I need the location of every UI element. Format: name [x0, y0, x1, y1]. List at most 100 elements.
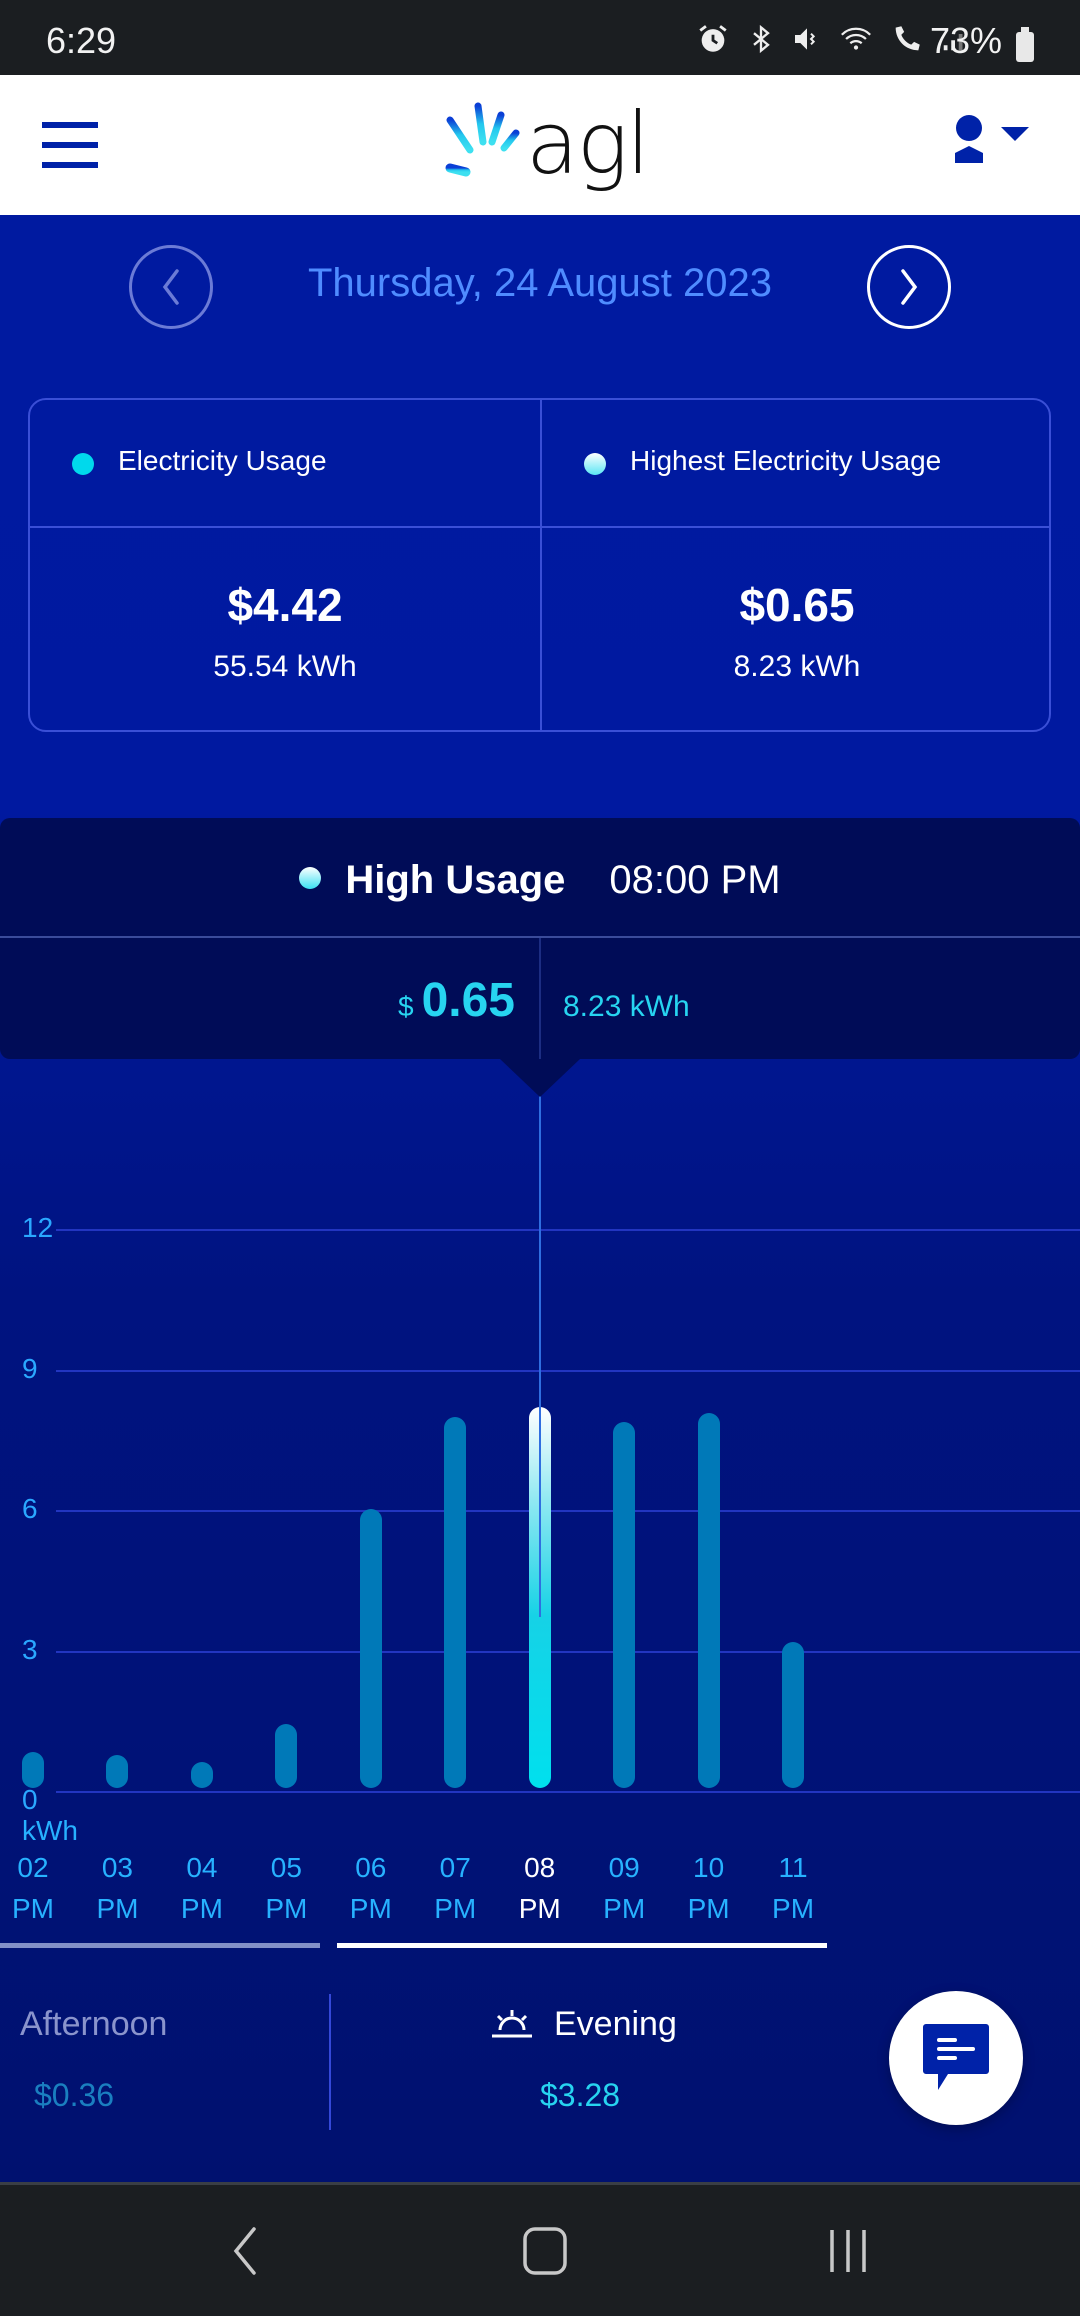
period-cost: $0.36: [34, 2077, 115, 2113]
gridline: [56, 1369, 1080, 1372]
currency-symbol: $: [398, 991, 414, 1022]
x-tick-label[interactable]: 05 PM: [251, 1847, 321, 1929]
battery-icon: [1016, 27, 1034, 62]
x-tick-ampm: PM: [434, 1893, 477, 1924]
x-tick-ampm: PM: [96, 1893, 139, 1924]
x-tick-hour: 07: [439, 1852, 471, 1883]
evening-range-indicator: [337, 1943, 827, 1948]
tooltip-cost: $0.65: [398, 973, 515, 1028]
x-tick-hour: 06: [355, 1852, 387, 1883]
alarm-icon: [699, 25, 727, 52]
menu-button[interactable]: [40, 122, 100, 168]
x-tick-label[interactable]: 04 PM: [167, 1847, 237, 1929]
hamburger-line: [42, 142, 98, 148]
x-tick-ampm: PM: [349, 1893, 392, 1924]
afternoon-range-indicator: [0, 1943, 320, 1948]
recents-button[interactable]: [813, 2221, 883, 2281]
usage-tooltip: High Usage 08:00 PM $0.65 8.23 kWh: [0, 818, 1080, 1059]
x-tick-label[interactable]: 02 PM: [0, 1847, 68, 1929]
gridline: [56, 1510, 1080, 1512]
back-button[interactable]: [210, 2221, 280, 2281]
status-bar: 6:29 73%: [0, 0, 1080, 75]
period-cost: $3.28: [540, 2077, 621, 2113]
tab-afternoon[interactable]: Afternoon $0.36: [0, 1977, 330, 2113]
x-tick-ampm: PM: [687, 1893, 730, 1924]
x-tick-label[interactable]: 11 PM: [758, 1847, 828, 1929]
y-tick-label: 12: [22, 1212, 54, 1243]
x-tick-label[interactable]: 10 PM: [674, 1847, 744, 1929]
x-tick-hour: 05: [270, 1852, 302, 1883]
y-tick-label: 6: [22, 1493, 38, 1524]
chevron-down-icon: [1001, 127, 1029, 141]
x-tick-ampm: PM: [772, 1893, 815, 1924]
agl-burst-icon: [445, 102, 520, 177]
x-tick-hour: 03: [101, 1852, 134, 1883]
hamburger-line: [42, 162, 98, 168]
gridline: [56, 1229, 1080, 1231]
y-tick-label: 9: [22, 1352, 38, 1384]
status-time: 6:29: [46, 20, 117, 61]
x-tick-ampm: PM: [603, 1893, 646, 1924]
user-icon: [955, 115, 983, 163]
y-tick-label: 3: [22, 1633, 38, 1665]
x-tick-label[interactable]: 07 PM: [420, 1847, 490, 1929]
divider: [539, 938, 541, 1059]
y-axis-unit: kWh: [22, 1815, 78, 1846]
x-tick-ampm: PM: [518, 1893, 561, 1924]
usage-bar[interactable]: [359, 1508, 382, 1788]
battery-percent: 73%: [929, 20, 1002, 61]
usage-bar[interactable]: [190, 1761, 213, 1788]
x-tick-hour: 09: [608, 1852, 640, 1883]
period-label: Evening: [554, 2005, 677, 2043]
usage-bar[interactable]: [613, 1422, 636, 1788]
gridline: [56, 1650, 1080, 1653]
tab-evening[interactable]: Evening $3.28: [332, 1977, 832, 2113]
tooltip-amount: 0.65: [421, 974, 515, 1027]
home-icon: [523, 2227, 567, 2275]
x-tick-hour: 02: [17, 1852, 49, 1883]
usage-bar[interactable]: [22, 1752, 44, 1788]
usage-bar[interactable]: [697, 1412, 720, 1788]
x-tick-ampm: PM: [265, 1893, 308, 1924]
system-nav-bar: [0, 2182, 1080, 2316]
home-button[interactable]: [510, 2221, 580, 2281]
bluetooth-icon: [752, 24, 770, 54]
wifi-calling-icon: [895, 26, 920, 51]
x-tick-ampm: PM: [12, 1893, 54, 1924]
divider: [329, 1994, 331, 2130]
x-tick-label[interactable]: 09 PM: [589, 1847, 659, 1929]
status-icons: [696, 22, 970, 58]
high-usage-dot-icon: [299, 867, 322, 889]
sunset-icon: [492, 2010, 532, 2038]
wifi-icon: [841, 27, 872, 50]
x-tick-hour: 10: [693, 1852, 725, 1883]
usage-bar[interactable]: [444, 1417, 467, 1788]
x-tick-hour: 08: [524, 1852, 556, 1883]
x-tick-hour: 04: [186, 1852, 218, 1883]
recents-icon: [830, 2230, 866, 2272]
y-tick-label: 0: [22, 1784, 38, 1815]
x-tick-label[interactable]: 08 PM: [505, 1847, 575, 1929]
back-icon: [233, 2227, 256, 2275]
app-header: agl: [0, 75, 1080, 215]
usage-screen: Thursday, 24 August 2023 Electricity Usa…: [0, 215, 1080, 2182]
agl-logo: agl: [440, 94, 650, 195]
tooltip-time: 08:00 PM: [609, 858, 781, 902]
gridline: [56, 1791, 1080, 1793]
profile-menu-button[interactable]: [955, 115, 1035, 175]
tooltip-title: High Usage: [345, 858, 566, 902]
usage-bar[interactable]: [782, 1642, 805, 1788]
tooltip-header: High Usage 08:00 PM: [0, 858, 1080, 903]
period-label: Afternoon: [20, 2005, 168, 2043]
tooltip-kwh: 8.23 kWh: [563, 990, 690, 1023]
chat-button[interactable]: [889, 1991, 1023, 2125]
hamburger-icon: [42, 122, 98, 128]
mute-icon: [794, 28, 816, 50]
x-tick-ampm: PM: [180, 1893, 223, 1924]
usage-bar[interactable]: [275, 1724, 298, 1788]
x-tick-label[interactable]: 06 PM: [336, 1847, 406, 1929]
chat-icon: [923, 2024, 989, 2090]
x-tick-label[interactable]: 03 PM: [82, 1847, 152, 1929]
x-tick-hour: 11: [778, 1852, 808, 1883]
usage-bar[interactable]: [106, 1755, 129, 1788]
